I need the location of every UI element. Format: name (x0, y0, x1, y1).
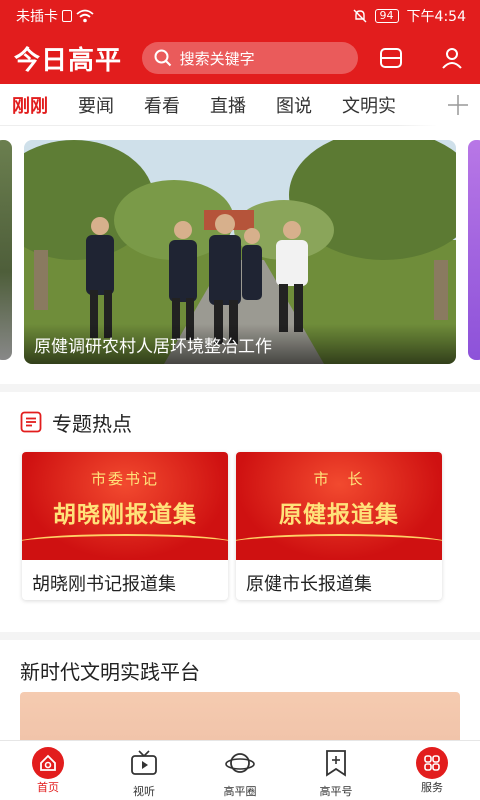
nav-label: 视听 (133, 785, 155, 798)
carousel-slide[interactable]: 原健调研农村人居环境整治工作 (24, 140, 456, 364)
mute-bell-icon (353, 9, 367, 23)
topic-title: 原健市长报道集 (246, 574, 372, 595)
banner-ribbon (22, 534, 228, 554)
battery-indicator: 94 (374, 9, 399, 23)
search-placeholder: 搜索关键字 (179, 49, 255, 68)
banner-title: 胡晓刚报道集 (53, 501, 197, 528)
prev-slide-peek[interactable] (0, 140, 12, 360)
clock-text: 下午4:54 (406, 9, 466, 25)
scan-icon (379, 48, 402, 68)
carrier-text: 未插卡 (16, 9, 58, 25)
bottom-nav: 首页 视听 高平圈 高平号 服务 (0, 740, 480, 800)
nav-label: 服务 (421, 781, 443, 794)
tab-yaowen[interactable]: 要闻 (78, 92, 114, 118)
topic-banner: 市委书记 胡晓刚报道集 (22, 452, 228, 560)
next-slide-peek[interactable] (468, 140, 480, 360)
tab-zhibo[interactable]: 直播 (210, 92, 246, 118)
brand-logo: 今日高平 (14, 45, 123, 76)
banner-subtitle: 市委书记 (90, 470, 159, 488)
search-icon (154, 49, 171, 67)
topics-title: 专题热点 (52, 411, 132, 436)
topic-title: 胡晓刚书记报道集 (32, 574, 176, 595)
topic-banner: 市 长 原健报道集 (236, 452, 442, 560)
topic-card-yuan[interactable]: 市 长 原健报道集 原健市长报道集 (236, 452, 442, 600)
nav-services[interactable]: 服务 (384, 741, 480, 800)
tv-icon (128, 747, 160, 779)
banner-ribbon (236, 534, 442, 554)
tab-ganggang[interactable]: 刚刚 (12, 92, 48, 118)
slide-caption: 原健调研农村人居环境整治工作 (24, 324, 456, 364)
app-header: 未插卡 94 下午4:54 今日高平 搜索关键字 (0, 0, 480, 84)
topic-card-hu[interactable]: 市委书记 胡晓刚报道集 胡晓刚书记报道集 (22, 452, 228, 600)
banner-title: 原健报道集 (279, 501, 399, 528)
grid-icon (416, 747, 448, 779)
add-channel-button[interactable] (436, 84, 480, 126)
banner-subtitle: 市 长 (313, 470, 365, 488)
topics-header: 专题热点 (0, 392, 480, 452)
tab-kankan[interactable]: 看看 (144, 92, 180, 118)
plus-icon (448, 95, 468, 115)
wifi-icon (76, 9, 94, 23)
list-doc-icon (20, 411, 42, 433)
nav-home[interactable]: 首页 (0, 741, 96, 800)
scan-button[interactable] (376, 43, 405, 73)
search-input[interactable]: 搜索关键字 (141, 42, 359, 74)
tab-fade (398, 84, 438, 126)
status-bar: 未插卡 94 下午4:54 (0, 0, 480, 32)
sim-icon (62, 10, 72, 22)
home-icon (32, 747, 64, 779)
tab-wenming[interactable]: 文明实 (342, 92, 396, 118)
channel-tabs: 刚刚 要闻 看看 直播 图说 文明实 (0, 84, 480, 126)
nav-label: 高平号 (319, 785, 353, 798)
topics-section: 专题热点 市委书记 胡晓刚报道集 胡晓刚书记报道集 市 长 原健报道集 原健市长… (0, 392, 480, 632)
nav-label: 首页 (37, 781, 59, 794)
nav-account[interactable]: 高平号 (288, 741, 384, 800)
user-icon (441, 48, 462, 69)
title-bar: 今日高平 搜索关键字 (0, 32, 480, 84)
nav-media[interactable]: 视听 (96, 741, 192, 800)
civilization-banner[interactable] (20, 692, 460, 740)
news-carousel[interactable]: 原健调研农村人居环境整治工作 (0, 126, 480, 384)
civilization-title: 新时代文明实践平台 (20, 660, 200, 684)
tab-tushuo[interactable]: 图说 (276, 92, 312, 118)
nav-label: 高平圈 (223, 785, 257, 798)
nav-circle-community[interactable]: 高平圈 (192, 741, 288, 800)
planet-icon (224, 747, 256, 779)
civilization-section: 新时代文明实践平台 (0, 640, 480, 740)
bookmark-plus-icon (320, 747, 352, 779)
profile-button[interactable] (437, 43, 466, 73)
